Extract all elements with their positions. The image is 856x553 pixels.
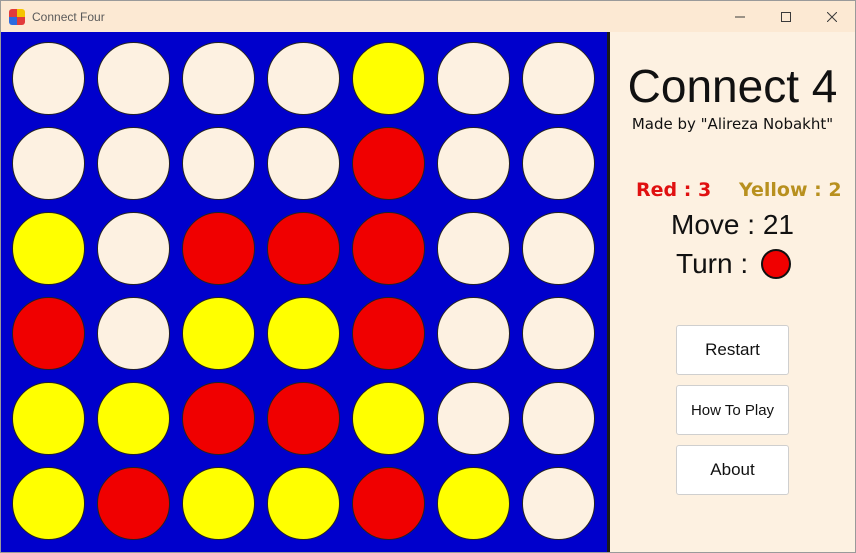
board-cell-empty[interactable] <box>182 127 255 200</box>
board-cell-red[interactable] <box>352 297 425 370</box>
red-score: Red : 3 <box>636 179 712 201</box>
board-cell-empty[interactable] <box>437 127 510 200</box>
turn-label: Turn : <box>676 248 749 279</box>
board-cell-empty[interactable] <box>437 42 510 115</box>
board-cell-red[interactable] <box>352 127 425 200</box>
board-cell-empty[interactable] <box>182 42 255 115</box>
board-cell-yellow[interactable] <box>182 467 255 540</box>
board-cell-empty[interactable] <box>12 42 85 115</box>
board-cell-yellow[interactable] <box>97 382 170 455</box>
board-cell-yellow[interactable] <box>12 467 85 540</box>
title-bar: Connect Four <box>1 1 855 32</box>
board-cell-empty[interactable] <box>437 382 510 455</box>
board-cell-yellow[interactable] <box>182 297 255 370</box>
game-board <box>1 32 607 552</box>
yellow-score: Yellow : 2 <box>739 179 842 201</box>
board-cell-empty[interactable] <box>97 297 170 370</box>
close-button[interactable] <box>809 1 855 32</box>
maximize-button[interactable] <box>763 1 809 32</box>
close-icon <box>827 11 837 22</box>
app-window: Connect Four Connect 4 Made by "Alireza … <box>0 0 856 553</box>
side-panel: Connect 4 Made by "Alireza Nobakht" Red … <box>610 32 855 552</box>
board-cell-empty[interactable] <box>437 297 510 370</box>
board-cell-red[interactable] <box>12 297 85 370</box>
board-cell-yellow[interactable] <box>352 42 425 115</box>
board-cell-yellow[interactable] <box>267 467 340 540</box>
board-cell-red[interactable] <box>267 212 340 285</box>
board-cell-empty[interactable] <box>267 42 340 115</box>
how-to-play-button[interactable]: How To Play <box>676 385 789 435</box>
board-cell-red[interactable] <box>182 212 255 285</box>
app-icon <box>9 8 25 25</box>
board-cell-empty[interactable] <box>97 127 170 200</box>
board-cell-empty[interactable] <box>267 127 340 200</box>
board-cell-empty[interactable] <box>522 42 595 115</box>
board-cell-empty[interactable] <box>522 297 595 370</box>
board-cell-red[interactable] <box>182 382 255 455</box>
minimize-icon <box>735 16 745 17</box>
board-cell-yellow[interactable] <box>437 467 510 540</box>
board-cell-empty[interactable] <box>12 127 85 200</box>
window-title: Connect Four <box>32 9 105 24</box>
minimize-button[interactable] <box>717 1 763 32</box>
board-cell-red[interactable] <box>352 467 425 540</box>
restart-button[interactable]: Restart <box>676 325 789 375</box>
maximize-icon <box>781 11 791 22</box>
game-title: Connect 4 <box>627 60 838 112</box>
about-button[interactable]: About <box>676 445 789 495</box>
board-cell-yellow[interactable] <box>352 382 425 455</box>
board-cell-yellow[interactable] <box>267 297 340 370</box>
board-cell-red[interactable] <box>352 212 425 285</box>
board-cell-empty[interactable] <box>97 42 170 115</box>
board-cell-empty[interactable] <box>522 127 595 200</box>
board-cell-empty[interactable] <box>522 467 595 540</box>
turn-indicator <box>761 249 791 279</box>
move-counter: Move : 21 <box>671 209 794 240</box>
board-cell-red[interactable] <box>267 382 340 455</box>
board-cell-red[interactable] <box>97 467 170 540</box>
board-cell-empty[interactable] <box>437 212 510 285</box>
board-cell-yellow[interactable] <box>12 212 85 285</box>
author-credit: Made by "Alireza Nobakht" <box>631 115 834 133</box>
board-cell-empty[interactable] <box>97 212 170 285</box>
board-cell-empty[interactable] <box>522 212 595 285</box>
board-cell-yellow[interactable] <box>12 382 85 455</box>
board-cell-empty[interactable] <box>522 382 595 455</box>
